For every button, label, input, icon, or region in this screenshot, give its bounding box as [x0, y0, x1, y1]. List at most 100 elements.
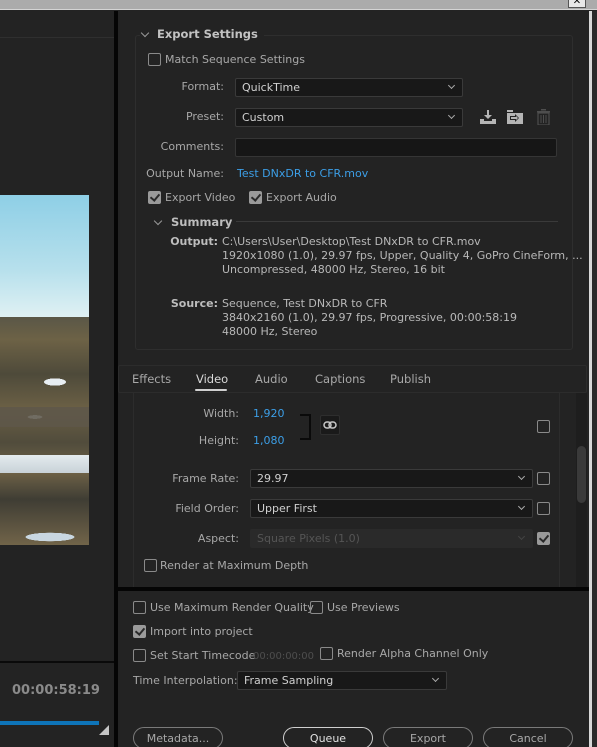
- chain-link-icon: [323, 421, 337, 429]
- export-settings-header[interactable]: Export Settings: [140, 27, 264, 41]
- summary-header[interactable]: Summary: [153, 215, 233, 229]
- summary-source-audio: 48000 Hz, Stereo: [222, 325, 318, 338]
- tab-audio[interactable]: Audio: [255, 372, 288, 386]
- max-render-quality-checkbox[interactable]: [133, 601, 146, 614]
- chevron-down-icon: [140, 28, 150, 37]
- preset-value: Custom: [242, 111, 285, 124]
- preview-progress-bar[interactable]: [0, 721, 99, 725]
- save-preset-icon: [480, 110, 496, 124]
- set-start-timecode-checkbox[interactable]: [133, 649, 146, 662]
- tab-publish[interactable]: Publish: [390, 372, 431, 386]
- summary-source-video: 3840x2160 (1.0), 29.97 fps, Progressive,…: [222, 311, 518, 324]
- render-max-depth-label: Render at Maximum Depth: [160, 559, 309, 572]
- aspect-link-bracket: [300, 414, 311, 440]
- export-video-label: Export Video: [165, 191, 236, 204]
- frame-rate-value: 29.97: [257, 472, 289, 485]
- frame-rate-override-checkbox[interactable]: [537, 472, 550, 485]
- use-previews-checkbox[interactable]: [310, 601, 323, 614]
- chevron-down-icon: [517, 532, 526, 541]
- format-dropdown[interactable]: QuickTime: [235, 78, 463, 97]
- aspect-override-checkbox[interactable]: [537, 532, 550, 545]
- field-order-override-checkbox[interactable]: [537, 502, 550, 515]
- render-alpha-only-checkbox[interactable]: [320, 647, 333, 660]
- preview-snow: [0, 455, 89, 473]
- preset-dropdown[interactable]: Custom: [235, 108, 463, 127]
- save-preset-button[interactable]: [479, 108, 497, 126]
- metadata-button[interactable]: Metadata...: [133, 727, 223, 747]
- height-value[interactable]: 1,080: [253, 434, 285, 447]
- aspect-label: Aspect:: [197, 532, 239, 545]
- export-video-checkbox[interactable]: [148, 191, 161, 204]
- preview-timecode: 00:00:58:19: [12, 683, 100, 698]
- summary-output-key: Output:: [170, 235, 218, 248]
- set-start-timecode-label: Set Start Timecode: [150, 649, 256, 662]
- size-override-checkbox[interactable]: [537, 420, 550, 433]
- constrain-proportions-button[interactable]: [320, 415, 340, 435]
- import-into-project-label: Import into project: [150, 625, 253, 638]
- summary-title: Summary: [171, 215, 233, 229]
- tab-captions[interactable]: Captions: [315, 372, 365, 386]
- background-window: [592, 11, 597, 747]
- export-audio-label: Export Audio: [266, 191, 337, 204]
- active-tab-indicator: [195, 389, 227, 391]
- max-render-quality-label: Use Maximum Render Quality: [150, 601, 314, 614]
- preview-divider: [0, 661, 114, 663]
- delete-preset-button[interactable]: [535, 108, 551, 126]
- preview-ground: [0, 317, 89, 545]
- field-order-value: Upper First: [257, 502, 317, 515]
- match-sequence-label: Match Sequence Settings: [165, 53, 305, 66]
- frame-rate-dropdown[interactable]: 29.97: [250, 469, 533, 488]
- height-label: Height:: [198, 434, 239, 447]
- field-order-label: Field Order:: [175, 502, 239, 515]
- queue-button[interactable]: Queue: [283, 727, 373, 747]
- time-interpolation-value: Frame Sampling: [244, 674, 334, 687]
- aspect-value: Square Pixels (1.0): [257, 532, 360, 545]
- export-button[interactable]: Export: [383, 727, 473, 747]
- panel-divider: [118, 587, 589, 591]
- format-label: Format:: [181, 80, 224, 93]
- format-value: QuickTime: [242, 81, 301, 94]
- match-sequence-checkbox[interactable]: [148, 53, 161, 66]
- preview-road: [0, 407, 89, 427]
- out-point-handle[interactable]: [99, 725, 109, 735]
- window-titlebar: [0, 0, 597, 10]
- frame-rate-label: Frame Rate:: [172, 472, 239, 485]
- width-label: Width:: [203, 407, 239, 420]
- comments-label: Comments:: [160, 140, 224, 153]
- start-timecode-field[interactable]: 00:00:00:00: [253, 651, 314, 662]
- chevron-down-icon: [447, 81, 456, 90]
- field-order-dropdown[interactable]: Upper First: [250, 499, 533, 518]
- chevron-down-icon: [153, 216, 163, 225]
- chevron-down-icon: [517, 502, 526, 511]
- import-preset-button[interactable]: [506, 108, 524, 126]
- time-interpolation-label: Time Interpolation:: [133, 674, 238, 687]
- preview-sky: [0, 195, 89, 320]
- tab-effects[interactable]: Effects: [132, 372, 171, 386]
- summary-source-key: Source:: [170, 297, 218, 310]
- delete-preset-icon: [536, 109, 550, 125]
- width-value[interactable]: 1,920: [253, 407, 285, 420]
- tab-video[interactable]: Video: [196, 372, 228, 386]
- chevron-down-icon: [447, 111, 456, 120]
- summary-output-audio: Uncompressed, 48000 Hz, Stereo, 16 bit: [222, 263, 445, 276]
- summary-output-path: C:\Users\User\Desktop\Test DNxDR to CFR.…: [222, 235, 481, 248]
- cancel-button[interactable]: Cancel: [483, 727, 573, 747]
- output-name-link[interactable]: Test DNxDR to CFR.mov: [237, 167, 368, 180]
- close-button[interactable]: ✕: [568, 0, 586, 8]
- preset-label: Preset:: [185, 110, 224, 123]
- chevron-down-icon: [517, 472, 526, 481]
- render-alpha-only-label: Render Alpha Channel Only: [337, 647, 489, 660]
- summary-divider: [236, 221, 558, 222]
- video-settings-area: [133, 393, 560, 587]
- export-audio-checkbox[interactable]: [249, 191, 262, 204]
- video-scrollbar-thumb[interactable]: [577, 446, 586, 503]
- preview-image: [0, 195, 89, 545]
- time-interpolation-dropdown[interactable]: Frame Sampling: [237, 671, 447, 690]
- use-previews-label: Use Previews: [327, 601, 400, 614]
- preview-tabbar: [0, 11, 114, 38]
- preview-panel: [0, 11, 114, 747]
- import-into-project-checkbox[interactable]: [133, 625, 146, 638]
- comments-input[interactable]: [235, 138, 557, 157]
- render-max-depth-checkbox[interactable]: [144, 559, 157, 572]
- aspect-dropdown[interactable]: Square Pixels (1.0): [250, 529, 533, 548]
